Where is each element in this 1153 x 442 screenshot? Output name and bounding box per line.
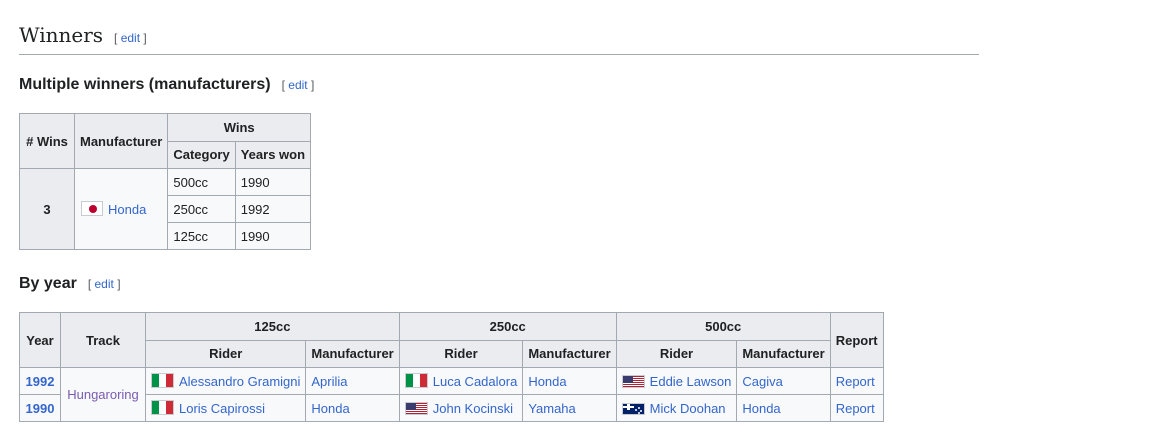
header-rider: Rider [615,339,738,368]
rider-cell: Alessandro Gramigni [144,367,307,395]
rider-cell: John Kocinski [398,394,524,422]
rider-link[interactable]: Alessandro Gramigni [179,374,300,389]
year-link[interactable]: 1990 [26,401,55,416]
japan-flag-icon [81,201,103,216]
header-year: Year [19,312,61,368]
manufacturer-cell: Honda [522,367,617,395]
edit-multiple-winners-link[interactable]: edit [288,78,307,92]
manufacturer-link[interactable]: Yamaha [528,401,575,416]
manufacturer-cell: Yamaha [522,394,617,422]
rider-link[interactable]: Mick Doohan [650,401,726,416]
header-250cc: 250cc [398,312,617,341]
article-content: Winners [ edit ] Multiple winners (manufa… [0,0,1153,422]
header-years-won: Years won [234,140,312,169]
rider-link[interactable]: Eddie Lawson [650,374,732,389]
italy-flag-icon [151,400,174,415]
rider-link[interactable]: Luca Cadalora [433,374,518,389]
manufacturer-cell: Honda [73,168,169,250]
manufacturer-cell: Honda [736,394,831,422]
usa-flag-icon [621,374,645,388]
header-manufacturer: Manufacturer [305,339,400,368]
subheading-by-year: By year [ edit ] [19,273,1153,295]
header-manufacturer: Manufacturer [736,339,831,368]
category-cell: 250cc [167,195,236,223]
manufacturer-link[interactable]: Honda [311,401,349,416]
table-row: 1990 Loris Capirossi Honda John Kocinski… [19,394,884,422]
track-link-hungaroring[interactable]: Hungaroring [67,387,139,402]
manufacturer-cell: Honda [305,394,400,422]
section-title: Winners [19,23,104,47]
manufacturer-link[interactable]: Cagiva [742,374,782,389]
italy-flag-icon [404,373,428,388]
usa-flag-icon [404,401,428,415]
edit-section-link-wrapper: [ edit ] [114,31,147,45]
report-cell: Report [829,394,884,422]
australia-flag-icon [621,402,645,415]
rider-cell: Eddie Lawson [615,367,738,395]
header-report: Report [829,312,884,368]
edit-link-wrapper: [ edit ] [281,78,315,92]
years-cell: 1990 [234,222,312,250]
manufacturer-link[interactable]: Honda [742,401,780,416]
report-cell: Report [829,367,884,395]
category-cell: 500cc [167,168,236,196]
year-cell: 1992 [19,367,61,395]
track-cell: Hungaroring [60,367,146,422]
year-link[interactable]: 1992 [26,374,55,389]
manufacturer-cell: Cagiva [736,367,831,395]
edit-link-wrapper: [ edit ] [87,277,121,291]
header-track: Track [60,312,146,368]
header-manufacturer: Manufacturer [73,113,169,169]
years-cell: 1992 [234,195,312,223]
table-row: 1992 Hungaroring Alessandro Gramigni Apr… [19,367,884,422]
manufacturers-table: # Wins Manufacturer Wins Category Years … [19,113,312,250]
wins-count-cell: 3 [19,168,75,250]
rider-cell: Luca Cadalora [398,367,524,395]
header-category: Category [167,140,236,169]
manufacturer-link-honda[interactable]: Honda [108,202,146,217]
rider-link[interactable]: Loris Capirossi [179,401,265,416]
manufacturer-link[interactable]: Aprilia [311,374,347,389]
subheading-multiple-winners: Multiple winners (manufacturers) [ edit ] [19,74,1153,96]
rider-cell: Mick Doohan [615,394,738,422]
report-link[interactable]: Report [836,374,875,389]
edit-by-year-link[interactable]: edit [95,277,114,291]
rider-link[interactable]: John Kocinski [433,401,513,416]
header-rider: Rider [398,339,524,368]
manufacturer-cell: Aprilia [305,367,400,395]
by-year-table: Year Track 125cc 250cc 500cc Report Ride… [19,312,884,422]
header-500cc: 500cc [615,312,831,341]
subheading-title: By year [19,275,77,292]
report-link[interactable]: Report [836,401,875,416]
years-cell: 1990 [234,168,312,196]
category-cell: 125cc [167,222,236,250]
section-heading-winners: Winners [ edit ] [19,22,979,55]
rider-cell: Loris Capirossi [144,394,307,422]
header-125cc: 125cc [145,312,400,341]
manufacturer-link[interactable]: Honda [528,374,566,389]
year-cell: 1990 [19,394,61,422]
subheading-title: Multiple winners (manufacturers) [19,76,271,93]
header-rider: Rider [144,339,307,368]
edit-winners-link[interactable]: edit [121,31,140,45]
header-wins: Wins [167,113,312,142]
italy-flag-icon [151,373,174,388]
header-wins-count: # Wins [19,113,75,169]
header-manufacturer: Manufacturer [522,339,617,368]
